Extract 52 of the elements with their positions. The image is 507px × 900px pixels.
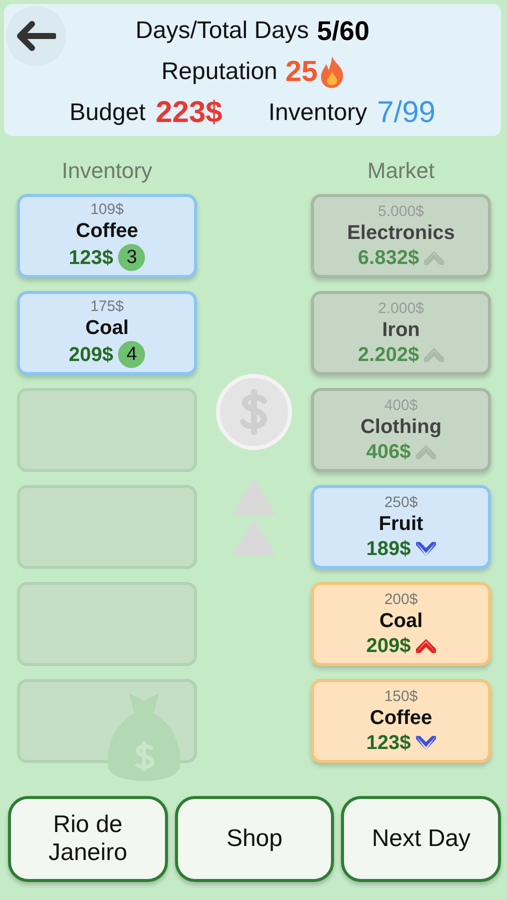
item-name: Iron <box>382 318 420 342</box>
chevron-down-icon <box>416 736 436 750</box>
item-price: 6.832$ <box>358 246 420 270</box>
arrow-left-icon <box>16 21 56 51</box>
chevron-up-icon <box>424 250 444 264</box>
market-item-card[interactable]: 150$ Coffee 123$ <box>311 679 491 763</box>
market-item-card[interactable]: 250$ Fruit 189$ <box>311 485 491 569</box>
base-price: 150$ <box>384 688 418 704</box>
item-name: Electronics <box>347 220 455 246</box>
days-label: Days/Total Days <box>136 17 309 45</box>
flame-icon <box>320 56 344 88</box>
action-button[interactable]: Next Day <box>341 796 501 882</box>
action-button[interactable]: Shop <box>174 796 334 882</box>
inventory-value: 7/99 <box>377 96 436 130</box>
reputation-label: Reputation <box>161 58 278 86</box>
budget-label: Budget <box>70 99 146 127</box>
count-badge: 4 <box>118 341 146 368</box>
inventory-item-card[interactable]: 109$ Coffee 123$ 3 <box>17 194 197 278</box>
item-price: 123$ <box>366 730 411 754</box>
item-name: Clothing <box>360 414 442 440</box>
item-price: 123$ <box>68 246 114 270</box>
chevron-up-icon <box>416 638 436 652</box>
chevron-up-icon <box>416 444 436 458</box>
inventory-item-card[interactable]: 175$ Coal 209$ 4 <box>17 291 197 375</box>
base-price: 200$ <box>384 590 418 608</box>
count-badge: 3 <box>118 244 146 271</box>
item-name: Coal <box>85 316 129 341</box>
item-price: 209$ <box>68 342 114 366</box>
base-price: 250$ <box>384 494 418 510</box>
market-item-card[interactable]: 200$ Coal 209$ <box>311 582 491 666</box>
item-price: 406$ <box>366 440 411 464</box>
column-title: Inventory <box>60 158 154 184</box>
base-price: 5.000$ <box>378 202 424 220</box>
action-button[interactable]: Rio de Janeiro <box>8 796 168 882</box>
item-price: 209$ <box>366 634 411 658</box>
budget-value: 223$ <box>156 96 222 130</box>
column-title: Market <box>366 158 436 184</box>
item-name: Fruit <box>378 512 424 536</box>
base-price: 2.000$ <box>378 300 424 316</box>
base-price: 400$ <box>384 396 418 414</box>
buy-price: 109$ <box>90 201 124 218</box>
item-name: Coal <box>379 608 423 634</box>
chevron-down-icon <box>416 542 436 556</box>
chevron-up-icon <box>424 348 444 362</box>
inventory-label: Inventory <box>268 99 368 127</box>
days-value: 5/60 <box>316 16 370 46</box>
item-name: Coffee <box>76 219 138 244</box>
buy-price: 175$ <box>90 298 124 315</box>
item-name: Coffee <box>370 706 432 730</box>
item-price: 2.202$ <box>358 342 420 366</box>
item-price: 189$ <box>366 536 411 560</box>
reputation-value: 25 <box>285 56 318 88</box>
